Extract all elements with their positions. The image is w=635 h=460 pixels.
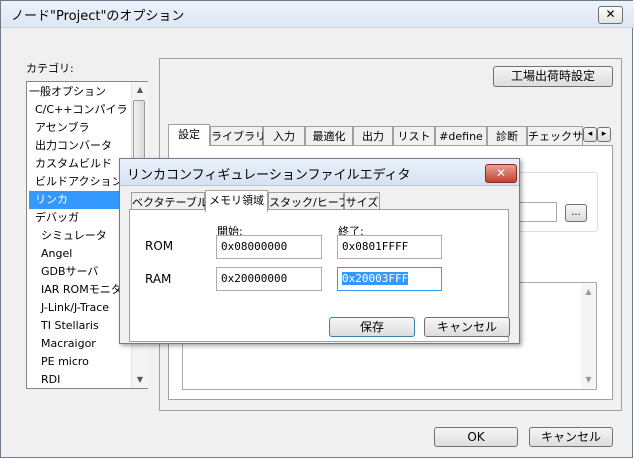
tab-define[interactable]: #define bbox=[435, 126, 487, 146]
tab-checksum[interactable]: チェックサム bbox=[527, 126, 583, 146]
window-title: ノード"Project"のオプション bbox=[11, 9, 185, 24]
list-item[interactable]: IAR ROMモニタ bbox=[41, 281, 122, 299]
dialog-title-bar[interactable]: リンカコンフィギュレーションファイルエディタ ✕ bbox=[120, 159, 519, 186]
tab-optimization[interactable]: 最適化 bbox=[305, 126, 353, 146]
tab-input[interactable]: 入力 bbox=[263, 126, 305, 146]
tab-output[interactable]: 出力 bbox=[353, 126, 393, 146]
ram-end-field[interactable]: 0x20003FFF bbox=[337, 267, 442, 291]
ram-end-value: 0x20003FFF bbox=[342, 272, 409, 285]
list-item[interactable]: PE micro bbox=[41, 353, 89, 371]
close-icon[interactable]: ✕ bbox=[598, 6, 623, 24]
list-item[interactable]: デバッガ bbox=[35, 209, 79, 227]
factory-settings-button[interactable]: 工場出荷時設定 bbox=[493, 66, 613, 87]
tab-memory-regions[interactable]: メモリ領域 bbox=[205, 190, 268, 212]
scroll-down-icon[interactable]: ▼ bbox=[581, 372, 596, 388]
list-item[interactable]: シミュレータ bbox=[41, 227, 107, 245]
save-button[interactable]: 保存 bbox=[329, 317, 415, 337]
tab-settings[interactable]: 設定 bbox=[168, 124, 210, 146]
rom-end-field[interactable]: 0x0801FFFF bbox=[337, 235, 442, 259]
cancel-button[interactable]: キャンセル bbox=[529, 427, 613, 447]
tab-scroll-left-icon[interactable]: ◂ bbox=[583, 127, 597, 142]
scroll-down-icon[interactable]: ▼ bbox=[132, 372, 148, 388]
tab-list[interactable]: リスト bbox=[393, 126, 435, 146]
scroll-up-icon[interactable]: ▲ bbox=[581, 284, 596, 300]
category-label: カテゴリ: bbox=[26, 62, 74, 75]
list-item[interactable]: Macraigor bbox=[41, 335, 96, 353]
list-item[interactable]: GDBサーバ bbox=[41, 263, 98, 281]
close-icon[interactable]: ✕ bbox=[485, 164, 517, 183]
list-item[interactable]: TI Stellaris bbox=[41, 317, 99, 335]
rom-start-field[interactable]: 0x08000000 bbox=[216, 235, 322, 259]
list-item[interactable]: 一般オプション bbox=[29, 83, 133, 101]
tab-diagnostics[interactable]: 診断 bbox=[487, 126, 527, 146]
rom-label: ROM bbox=[145, 239, 174, 253]
list-item[interactable]: C/C++コンパイラ bbox=[35, 101, 128, 119]
tab-library[interactable]: ライブラリ bbox=[210, 126, 266, 146]
list-item[interactable]: J-Link/J-Trace bbox=[41, 299, 109, 317]
title-bar[interactable]: ノード"Project"のオプション ✕ bbox=[1, 1, 634, 28]
scroll-up-icon[interactable]: ▲ bbox=[132, 82, 148, 98]
list-item[interactable]: ビルドアクション bbox=[35, 173, 122, 191]
linker-config-dialog: リンカコンフィギュレーションファイルエディタ ✕ ベクタテーブル メモリ領域 ス… bbox=[119, 158, 520, 344]
tab-scroll-right-icon[interactable]: ▸ bbox=[597, 127, 611, 142]
list-item[interactable]: アセンブラ bbox=[35, 119, 89, 137]
list-item[interactable]: Angel bbox=[41, 245, 72, 263]
dialog-title: リンカコンフィギュレーションファイルエディタ bbox=[127, 168, 411, 183]
ok-button[interactable]: OK bbox=[434, 427, 518, 447]
list-item[interactable]: 出力コンバータ bbox=[35, 137, 112, 155]
browse-button[interactable]: ... bbox=[565, 204, 587, 222]
ram-label: RAM bbox=[145, 272, 172, 286]
textarea-scrollbar[interactable]: ▲ ▼ bbox=[581, 284, 596, 388]
list-item[interactable]: カスタムビルド bbox=[35, 155, 112, 173]
list-item[interactable]: RDI bbox=[41, 371, 60, 389]
ram-start-field[interactable]: 0x20000000 bbox=[216, 267, 322, 291]
dialog-cancel-button[interactable]: キャンセル bbox=[424, 317, 510, 337]
